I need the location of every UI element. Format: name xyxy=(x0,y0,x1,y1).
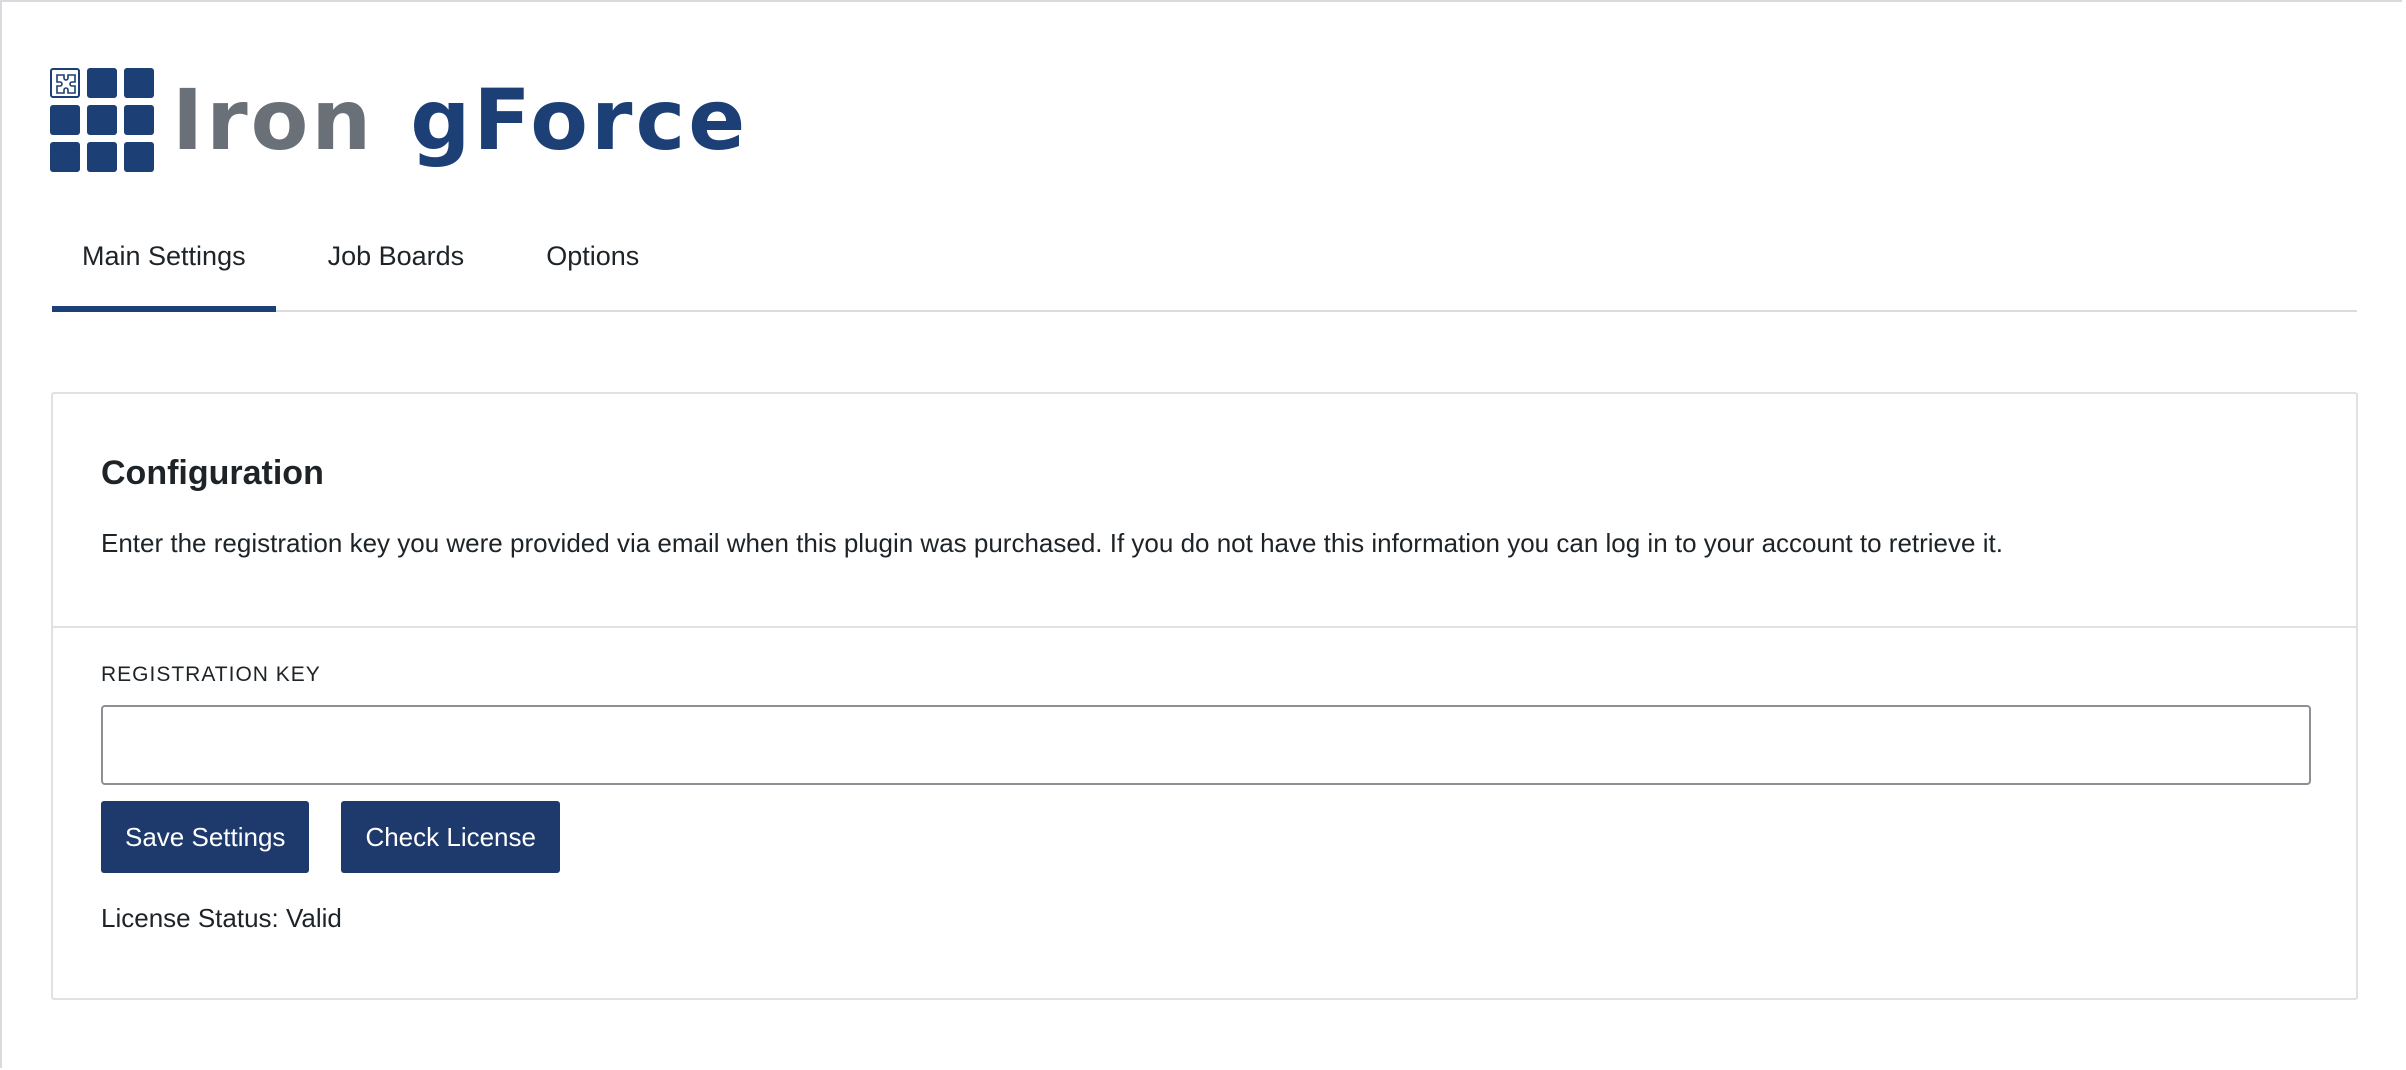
tab-options[interactable]: Options xyxy=(516,222,669,310)
puzzle-icon xyxy=(50,68,80,98)
brand-logo: Iron gForce xyxy=(50,68,748,172)
tab-job-boards[interactable]: Job Boards xyxy=(298,222,495,310)
logo-square xyxy=(87,142,117,172)
card-description: Enter the registration key you were prov… xyxy=(101,528,2003,558)
license-status: License Status: Valid xyxy=(101,903,342,933)
logo-square xyxy=(124,68,154,98)
card-header: Configuration Enter the registration key… xyxy=(53,394,2356,628)
tab-main-settings[interactable]: Main Settings xyxy=(52,222,276,312)
logo-square xyxy=(50,105,80,135)
save-settings-button[interactable]: Save Settings xyxy=(101,801,310,873)
logo-square xyxy=(87,105,117,135)
logo-square xyxy=(124,142,154,172)
registration-key-input[interactable] xyxy=(101,705,2311,785)
logo-wordmark: Iron gForce xyxy=(172,78,748,162)
logo-word-iron: Iron xyxy=(172,71,375,169)
logo-square xyxy=(124,105,154,135)
check-license-button[interactable]: Check License xyxy=(341,801,560,873)
registration-key-label: REGISTRATION KEY xyxy=(101,663,321,686)
card-title: Configuration xyxy=(101,454,324,492)
button-row: Save Settings Check License xyxy=(101,801,2308,873)
configuration-card: Configuration Enter the registration key… xyxy=(51,392,2358,1000)
settings-tabs: Main Settings Job Boards Options xyxy=(52,222,2357,312)
card-body: REGISTRATION KEY Save Settings Check Lic… xyxy=(53,628,2356,931)
logo-word-gforce: gForce xyxy=(410,71,749,169)
logo-grid-icon xyxy=(50,68,154,172)
logo-square xyxy=(50,142,80,172)
logo-square xyxy=(87,68,117,98)
